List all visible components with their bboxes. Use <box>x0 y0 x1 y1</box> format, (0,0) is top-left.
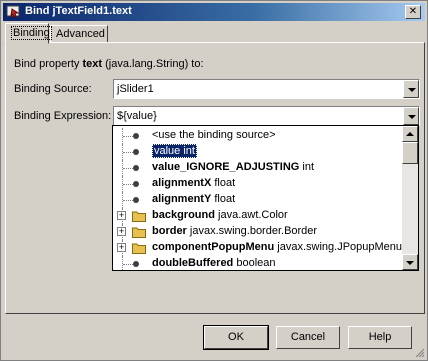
tree-item-name: <use the binding source> <box>152 129 276 141</box>
tree-item[interactable]: value_IGNORE_ADJUSTING int <box>113 160 404 176</box>
binding-expression-value: ${value} <box>117 110 157 122</box>
tree-item[interactable]: doubleBuffered boolean <box>113 256 404 270</box>
folder-icon <box>132 211 146 222</box>
resize-grip-icon[interactable] <box>413 346 425 358</box>
tree-item[interactable]: alignmentX float <box>113 176 404 192</box>
tree-item-text: border javax.swing.border.Border <box>152 225 317 237</box>
expand-icon[interactable]: + <box>117 227 126 236</box>
tree-item-text: doubleBuffered boolean <box>152 257 276 269</box>
selection-highlight: value int <box>152 144 197 158</box>
tree-item-name: value <box>154 145 181 157</box>
app-icon <box>6 5 20 18</box>
tree-item-type: float <box>214 177 236 189</box>
scroll-up-button[interactable] <box>402 126 418 142</box>
tree-item-name: alignmentX <box>152 177 212 189</box>
binding-source-combo[interactable]: jSlider1 <box>113 79 420 99</box>
binding-source-value: jSlider1 <box>117 83 154 95</box>
tree-item-name: doubleBuffered <box>152 257 234 269</box>
binding-source-dropdown-button[interactable] <box>403 80 419 98</box>
expand-icon[interactable]: + <box>117 243 126 252</box>
tree-item-type: int <box>302 161 315 173</box>
binding-source-label: Binding Source: <box>14 83 92 95</box>
tree-item-text: value_IGNORE_ADJUSTING int <box>152 161 314 173</box>
tree-item-name: alignmentY <box>152 193 212 205</box>
tree-item-text: alignmentY float <box>152 193 235 205</box>
tree-item[interactable]: + border javax.swing.border.Border <box>113 224 404 240</box>
tree-item-name: background <box>152 209 215 221</box>
tree-item-name: componentPopupMenu <box>152 241 275 253</box>
tree-item-type: int <box>183 145 195 157</box>
tree-item-name: border <box>152 225 187 237</box>
tree-connector <box>123 184 133 185</box>
expression-tree-popup: <use the binding source> value int value_I… <box>112 125 419 271</box>
tree-item[interactable]: + componentPopupMenu javax.swing.JPopupMe… <box>113 240 404 256</box>
tree-item-text: value int <box>152 144 197 158</box>
property-prefix: Bind property <box>14 58 83 70</box>
folder-icon <box>132 227 146 238</box>
folder-icon <box>132 243 146 254</box>
tree-connector <box>123 264 133 265</box>
binding-expression-label: Binding Expression: <box>14 110 112 122</box>
scroll-thumb[interactable] <box>402 142 418 164</box>
property-bullet-icon <box>133 181 139 187</box>
tab-binding[interactable]: Binding <box>5 23 52 44</box>
tree-item-text: <use the binding source> <box>152 129 276 141</box>
property-description: Bind property text (java.lang.String) to… <box>14 58 204 70</box>
tree-item-text: alignmentX float <box>152 177 235 189</box>
property-bullet-icon <box>133 149 139 155</box>
tab-strip: Binding Advanced <box>5 23 425 44</box>
tree-item-text: componentPopupMenu javax.swing.JPopupMen… <box>152 241 402 253</box>
window-title: Bind jTextField1.text <box>25 5 132 17</box>
tree-item-text: background java.awt.Color <box>152 209 288 221</box>
tree-connector <box>123 200 133 201</box>
arrow-up-icon <box>406 132 414 136</box>
tree-connector <box>123 168 133 169</box>
scroll-down-button[interactable] <box>402 254 418 270</box>
tab-advanced[interactable]: Advanced <box>50 25 108 43</box>
property-bullet-icon <box>133 133 139 139</box>
tab-advanced-label: Advanced <box>56 28 105 40</box>
ok-button[interactable]: OK <box>203 325 269 350</box>
tree-item-type: javax.swing.JPopupMenu <box>277 241 403 253</box>
property-bullet-icon <box>133 261 139 267</box>
tree-item-name: value_IGNORE_ADJUSTING <box>152 161 300 173</box>
tree-item[interactable]: value int <box>113 144 404 160</box>
tree-item[interactable]: + background java.awt.Color <box>113 208 404 224</box>
property-name: text <box>82 58 103 70</box>
tree-connector <box>123 152 133 153</box>
chevron-down-icon <box>408 115 416 119</box>
chevron-down-icon <box>408 88 416 92</box>
bind-dialog: Bind jTextField1.text ✕ Binding Advanced… <box>0 0 428 361</box>
binding-expression-combo[interactable]: ${value} <box>113 106 420 126</box>
title-bar[interactable]: Bind jTextField1.text ✕ <box>3 3 425 21</box>
binding-expression-dropdown-button[interactable] <box>403 107 419 125</box>
tab-binding-label: Binding <box>11 26 52 40</box>
tree-item[interactable]: <use the binding source> <box>113 128 404 144</box>
tree-item-type: java.awt.Color <box>218 209 288 221</box>
close-button[interactable]: ✕ <box>405 5 421 19</box>
property-bullet-icon <box>133 165 139 171</box>
popup-scrollbar[interactable] <box>402 126 418 270</box>
tree-item-type: float <box>214 193 236 205</box>
tree-connector <box>123 136 133 137</box>
tree-item-type: boolean <box>236 257 276 269</box>
help-button[interactable]: Help <box>348 326 412 349</box>
property-suffix: (java.lang.String) to: <box>102 58 204 70</box>
property-bullet-icon <box>133 197 139 203</box>
arrow-down-icon <box>406 261 414 265</box>
close-icon: ✕ <box>408 6 418 17</box>
tree-item[interactable]: alignmentY float <box>113 192 404 208</box>
tree-item-type: javax.swing.border.Border <box>189 225 318 237</box>
cancel-button[interactable]: Cancel <box>276 326 340 349</box>
expand-icon[interactable]: + <box>117 211 126 220</box>
